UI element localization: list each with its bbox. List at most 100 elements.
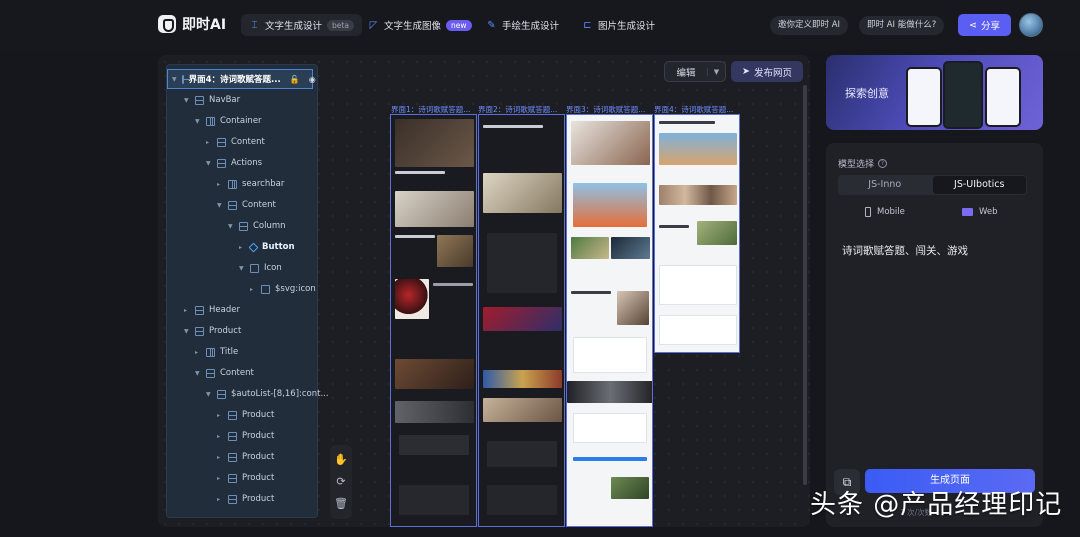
model-option-inno[interactable]: JS-Inno	[838, 175, 932, 195]
avatar[interactable]	[1019, 13, 1043, 37]
caret-icon: ▼	[217, 201, 222, 209]
tree-item-label: NavBar	[209, 95, 241, 105]
thumbs-row	[483, 370, 562, 388]
tree-item[interactable]: ▼ NavBar	[184, 90, 240, 110]
city-image	[659, 133, 737, 165]
caret-icon: ▸	[217, 453, 221, 461]
tree-item-label: $autoList-[8,16]:cont...	[231, 389, 329, 399]
caret-icon: ▸	[239, 243, 243, 251]
banner-text: 探索创意	[845, 87, 889, 100]
image-gen-icon: ◸	[369, 19, 378, 31]
phone-mockup	[985, 67, 1021, 127]
tab-label: 手绘生成设计	[502, 21, 560, 32]
custom-ai-link[interactable]: 邀你定义即时 AI	[770, 16, 849, 35]
meadow-image	[697, 221, 737, 245]
tab-label: 文字生成图像	[384, 21, 442, 32]
edit-dropdown[interactable]: 编辑 ▼	[664, 61, 726, 82]
caret-down-icon: ▼	[172, 75, 177, 83]
frame-icon	[206, 368, 215, 378]
device-mobile[interactable]: Mobile	[865, 207, 905, 217]
tab-image-gen[interactable]: ◸ 文字生成图像 new	[360, 14, 480, 36]
model-option-uibotics[interactable]: JS-UIbotics	[932, 176, 1026, 194]
caret-icon: ▼	[184, 96, 189, 104]
publish-label: 发布网页	[753, 67, 792, 79]
icon-node-icon	[250, 263, 259, 273]
tab-picture-design[interactable]: ⊏ 图片生成设计	[574, 14, 663, 36]
tree-item[interactable]: ▼ Column	[228, 216, 286, 236]
device-web[interactable]: Web	[962, 207, 998, 217]
caret-icon: ▸	[217, 474, 221, 482]
tree-item-label: Icon	[264, 263, 282, 273]
canvas-scrollbar[interactable]	[803, 85, 807, 485]
component-icon	[248, 242, 259, 252]
field-image	[611, 477, 649, 499]
tree-item[interactable]: ▸ Header	[184, 300, 240, 320]
tree-item-label: $svg:icon	[275, 284, 316, 294]
tree-item[interactable]: ▸ Content	[206, 132, 265, 152]
tree-item[interactable]: ▸ Title	[195, 342, 238, 362]
phone-mockup	[906, 67, 942, 127]
screen-1-preview[interactable]	[390, 114, 477, 527]
caret-icon: ▸	[184, 306, 188, 314]
tab-text-design[interactable]: ⌶ 文字生成设计 beta	[241, 14, 362, 36]
hand-icon[interactable]: ✋	[334, 453, 348, 467]
frame-icon	[195, 95, 204, 105]
caret-icon: ▼	[195, 117, 200, 125]
tree-item[interactable]: ▼ $autoList-[8,16]:cont...	[206, 384, 329, 404]
tree-item[interactable]: ▼ Actions	[206, 153, 262, 173]
tree-item-label: Button	[262, 242, 295, 252]
explore-banner[interactable]: 探索创意	[826, 55, 1043, 130]
screen-4-preview[interactable]	[654, 114, 740, 353]
tree-item-label: searchbar	[242, 179, 285, 189]
share-icon: ⋖	[969, 19, 977, 31]
mobile-icon	[865, 207, 871, 217]
tree-item[interactable]: ▸ $svg:icon	[250, 279, 316, 299]
text-line	[659, 225, 689, 228]
device-label: Web	[979, 207, 998, 217]
model-label-text: 模型选择	[838, 160, 875, 170]
columns-icon	[206, 116, 215, 126]
prompt-text[interactable]: 诗词歌赋答题、闯关、游戏	[842, 243, 968, 258]
tree-item[interactable]: ▸ Product	[217, 468, 274, 488]
text-line	[395, 235, 435, 238]
tree-item[interactable]: ▸ Button	[239, 237, 295, 257]
tree-item[interactable]: ▸ Product	[217, 405, 274, 425]
tree-item[interactable]: ▸ searchbar	[217, 174, 284, 194]
tree-item-label: Product	[242, 473, 275, 483]
tree-item[interactable]: ▼ Icon	[239, 258, 282, 278]
tree-item[interactable]: ▼ Content	[217, 195, 276, 215]
help-icon[interactable]: ?	[878, 159, 888, 168]
frame-icon	[228, 410, 237, 420]
portrait-image	[617, 291, 649, 325]
lock-icon[interactable]: 🔓	[290, 75, 300, 84]
tree-item[interactable]: ▼ Product	[184, 321, 241, 341]
frame-icon	[217, 389, 226, 399]
app-logo[interactable]: 即时AI	[158, 14, 226, 34]
eye-icon[interactable]: ◉	[309, 75, 316, 84]
tree-item[interactable]: ▸ Product	[217, 489, 274, 509]
tree-item-label: Content	[220, 368, 254, 378]
tree-item-label: Product	[242, 431, 275, 441]
model-toggle: JS-Inno JS-UIbotics	[838, 175, 1027, 195]
tree-item[interactable]: ▸ Product	[217, 426, 274, 446]
tree-item[interactable]: ▼ Container	[195, 111, 262, 131]
landscape-image	[571, 237, 609, 259]
tree-item[interactable]: ▸ Product	[217, 447, 274, 467]
what-can-link[interactable]: 即时 AI 能做什么?	[859, 16, 945, 35]
reset-icon[interactable]: ⟳	[334, 475, 348, 489]
tree-item-selected[interactable]: ▼ 界面4：诗词歌赋答题... 🔓 ◉	[167, 69, 316, 89]
trash-icon[interactable]: 🗑	[334, 497, 348, 511]
tree-item[interactable]: ▼ Content	[195, 363, 254, 383]
screen-2-preview[interactable]	[478, 114, 565, 527]
beta-badge: beta	[327, 19, 354, 31]
card	[573, 413, 647, 443]
edit-label: 编辑	[676, 67, 696, 79]
strip-image	[395, 401, 474, 423]
publish-button[interactable]: ➤ 发布网页	[731, 61, 803, 82]
tab-label: 图片生成设计	[598, 21, 656, 32]
tab-sketch-design[interactable]: ✎ 手绘生成设计	[478, 14, 567, 36]
share-button[interactable]: ⋖ 分享	[958, 14, 1011, 36]
screen-3-preview[interactable]	[566, 114, 653, 527]
card	[487, 485, 557, 515]
logo-icon	[158, 15, 176, 33]
